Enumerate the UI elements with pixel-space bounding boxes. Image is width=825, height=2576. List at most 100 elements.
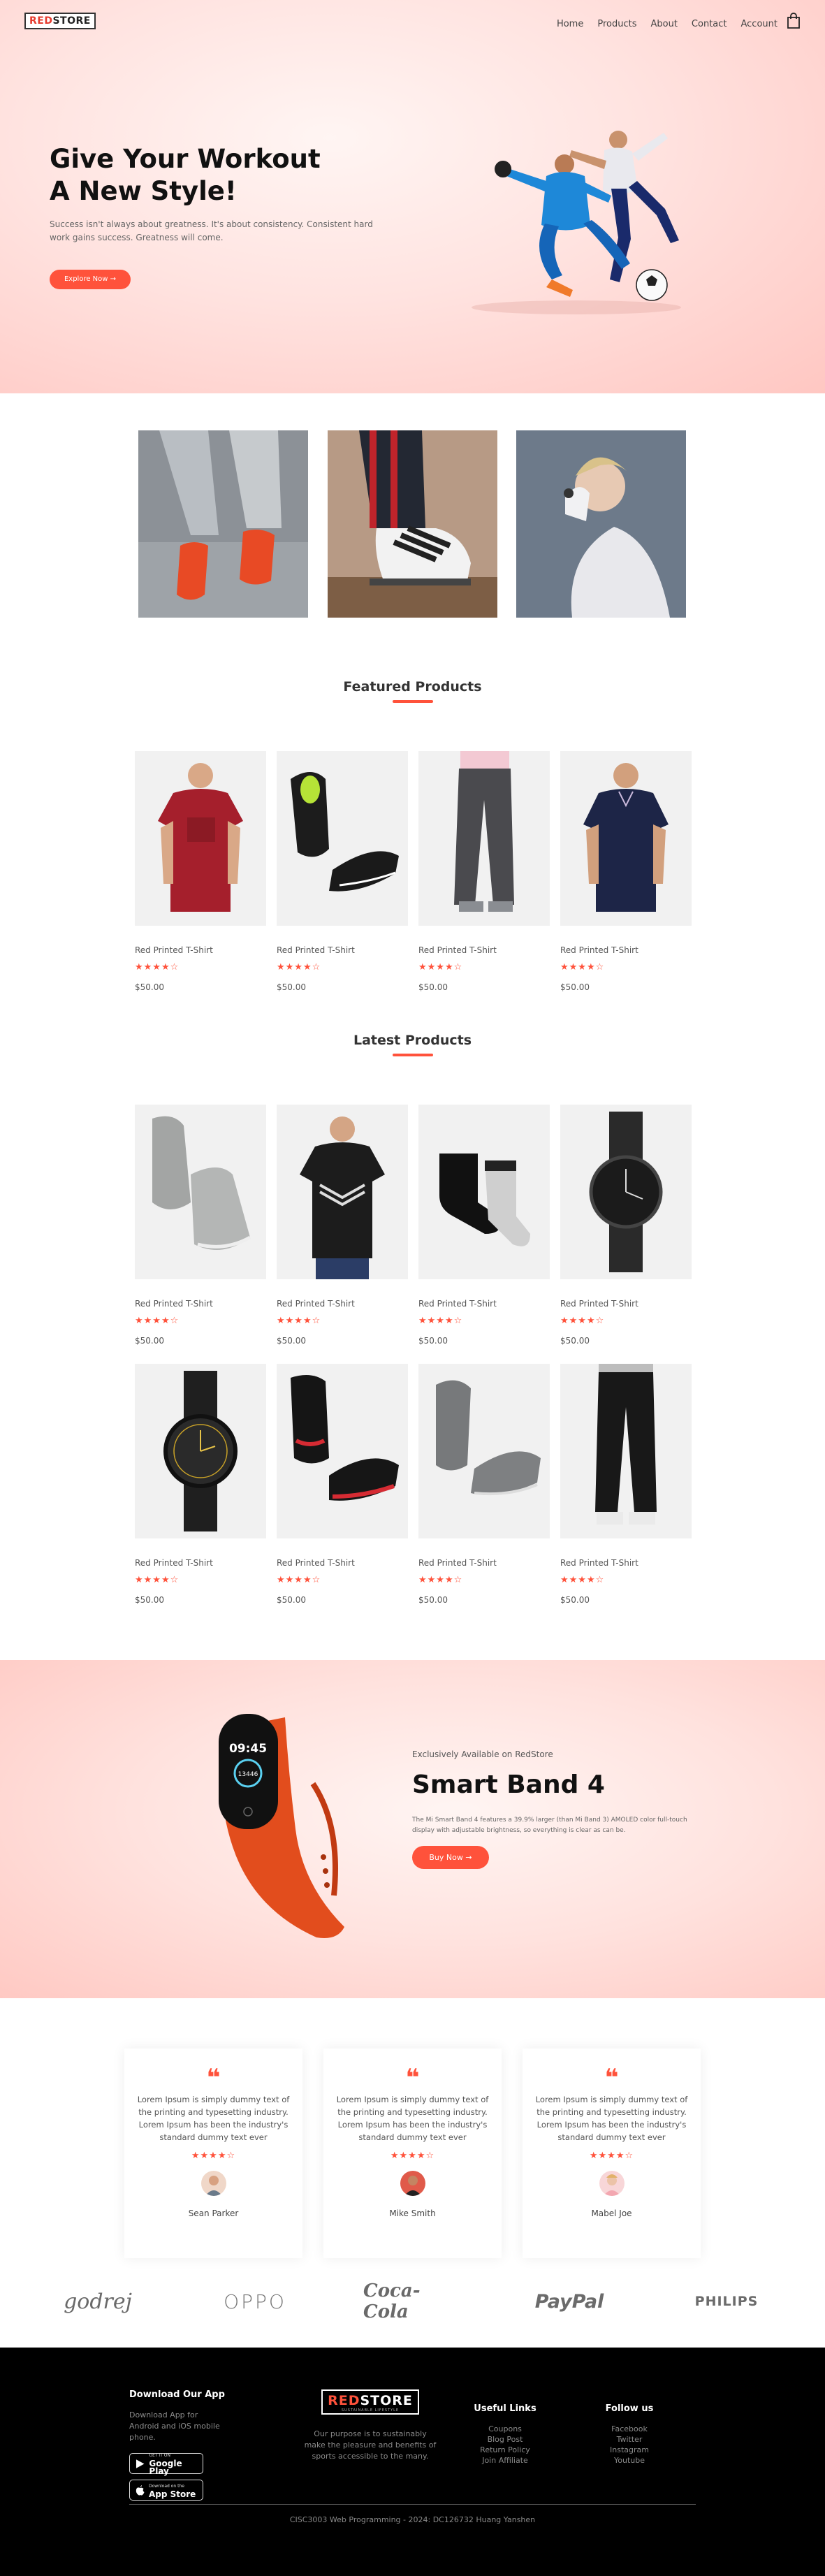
footer-divider	[129, 2504, 696, 2505]
nav-link-account[interactable]: Account	[741, 19, 778, 29]
band-display-time: 09:45	[229, 1742, 267, 1756]
product-image-black-red-sneakers[interactable]	[277, 1364, 408, 1538]
nav-link-contact[interactable]: Contact	[692, 19, 727, 29]
footer-link-blog-post[interactable]: Blog Post	[467, 2434, 543, 2445]
product-image-socks[interactable]	[418, 1105, 550, 1279]
footer-link-join-affiliate[interactable]: Join Affiliate	[467, 2455, 543, 2466]
footer-link-instagram[interactable]: Instagram	[591, 2445, 668, 2455]
product-card[interactable]: Red Printed T-Shirt ★★★★☆ $50.00	[135, 1364, 266, 1605]
site-logo[interactable]: REDSTORE	[24, 13, 96, 29]
buy-now-button[interactable]: Buy Now →	[412, 1846, 489, 1869]
product-price: $50.00	[560, 1336, 590, 1346]
product-name[interactable]: Red Printed T-Shirt	[418, 1558, 550, 1568]
product-name[interactable]: Red Printed T-Shirt	[135, 1299, 266, 1309]
footer-brand: REDSTORE SUSTAINABLE LIFESTYLE Our purpo…	[304, 2389, 437, 2462]
product-name[interactable]: Red Printed T-Shirt	[135, 945, 266, 955]
google-play-badge[interactable]: GET IT ON Google Play	[129, 2453, 203, 2475]
brand-logo-paypal: PayPal	[517, 2280, 622, 2322]
product-card[interactable]: Red Printed T-Shirt ★★★★☆ $50.00	[135, 751, 266, 992]
footer-link-coupons[interactable]: Coupons	[467, 2424, 543, 2434]
product-card[interactable]: Red Printed T-Shirt ★★★★☆ $50.00	[560, 751, 692, 992]
footer-link-facebook[interactable]: Facebook	[591, 2424, 668, 2434]
brand-paypal-text: PayPal	[534, 2290, 604, 2313]
product-price: $50.00	[135, 1336, 164, 1346]
quote-icon: ❝	[405, 2064, 420, 2092]
nav-link-products[interactable]: Products	[597, 19, 636, 29]
navbar: REDSTORE Home Products About Contact Acc…	[0, 0, 825, 42]
brand-logo-philips: PHILIPS	[685, 2280, 768, 2322]
product-card[interactable]: Red Printed T-Shirt ★★★★☆ $50.00	[418, 1364, 550, 1605]
avatar	[200, 2171, 226, 2196]
product-image-grey-joggers[interactable]	[418, 751, 550, 926]
product-image-sport-watch[interactable]	[135, 1364, 266, 1538]
product-name[interactable]: Red Printed T-Shirt	[418, 945, 550, 955]
product-card[interactable]: Red Printed T-Shirt ★★★★☆ $50.00	[418, 751, 550, 992]
quote-icon: ❝	[604, 2064, 619, 2092]
product-name[interactable]: Red Printed T-Shirt	[418, 1299, 550, 1309]
latest-products-title: Latest Products	[353, 1033, 472, 1048]
product-card[interactable]: Red Printed T-Shirt ★★★★☆ $50.00	[418, 1105, 550, 1346]
heading-underline	[392, 1054, 433, 1056]
rating-stars: ★★★★☆	[560, 1316, 605, 1326]
product-name[interactable]: Red Printed T-Shirt	[135, 1558, 266, 1568]
product-name[interactable]: Red Printed T-Shirt	[560, 1558, 692, 1568]
apple-icon	[136, 2484, 145, 2495]
product-image-red-tshirt[interactable]	[135, 751, 266, 926]
app-store-badge[interactable]: Download on the App Store	[129, 2480, 203, 2501]
product-image-grey-slip-ons[interactable]	[418, 1364, 550, 1538]
category-image-running-shoes[interactable]	[328, 430, 497, 618]
product-price: $50.00	[135, 982, 164, 992]
product-image-black-watch[interactable]	[560, 1105, 692, 1279]
logo-red-text: RED	[29, 15, 53, 27]
product-name[interactable]: Red Printed T-Shirt	[560, 1299, 692, 1309]
rating-stars: ★★★★☆	[191, 2151, 236, 2161]
shopping-bag-icon[interactable]	[786, 13, 801, 29]
category-image-sportswear[interactable]	[516, 430, 686, 618]
nav-link-about[interactable]: About	[650, 19, 677, 29]
featured-products-title: Featured Products	[343, 679, 482, 694]
testimonial-author: Mabel Joe	[591, 2208, 632, 2218]
product-image-black-trackpants[interactable]	[560, 1364, 692, 1538]
product-card[interactable]: Red Printed T-Shirt ★★★★☆ $50.00	[277, 1105, 408, 1346]
testimonial-text: Lorem Ipsum is simply dummy text of the …	[535, 2095, 688, 2142]
product-name[interactable]: Red Printed T-Shirt	[277, 1558, 408, 1568]
testimonial-card: ❝ Lorem Ipsum is simply dummy text of th…	[323, 2049, 502, 2258]
hero-title: Give Your Workout A New Style!	[50, 143, 378, 208]
footer-follow-us: Follow us Facebook Twitter Instagram You…	[591, 2403, 668, 2466]
footer-logo[interactable]: REDSTORE SUSTAINABLE LIFESTYLE	[321, 2389, 419, 2415]
product-card[interactable]: Red Printed T-Shirt ★★★★☆ $50.00	[560, 1364, 692, 1605]
product-price: $50.00	[418, 1595, 448, 1605]
product-price: $50.00	[135, 1595, 164, 1605]
product-card[interactable]: Red Printed T-Shirt ★★★★☆ $50.00	[135, 1105, 266, 1346]
footer-purpose-text: Our purpose is to sustainably make the p…	[304, 2429, 437, 2461]
product-image-navy-polo[interactable]	[560, 751, 692, 926]
category-image-sneakers[interactable]	[138, 430, 308, 618]
product-price: $50.00	[277, 1595, 306, 1605]
hero-subtitle: Success isn't always about greatness. It…	[50, 219, 373, 242]
product-image-black-sneakers[interactable]	[277, 751, 408, 926]
product-price: $50.00	[418, 982, 448, 992]
explore-now-button[interactable]: Explore Now →	[50, 270, 131, 289]
product-name[interactable]: Red Printed T-Shirt	[560, 945, 692, 955]
footer-link-youtube[interactable]: Youtube	[591, 2455, 668, 2466]
follow-us-title: Follow us	[605, 2403, 654, 2414]
nav-link-home[interactable]: Home	[557, 19, 583, 29]
footer-link-twitter[interactable]: Twitter	[591, 2434, 668, 2445]
footer: Download Our App Download App for Androi…	[0, 2348, 825, 2576]
testimonial-text: Lorem Ipsum is simply dummy text of the …	[336, 2095, 489, 2142]
product-image-grey-high-tops[interactable]	[135, 1105, 266, 1279]
product-card[interactable]: Red Printed T-Shirt ★★★★☆ $50.00	[560, 1105, 692, 1346]
product-price: $50.00	[277, 982, 306, 992]
product-card[interactable]: Red Printed T-Shirt ★★★★☆ $50.00	[277, 1364, 408, 1605]
product-card[interactable]: Red Printed T-Shirt ★★★★☆ $50.00	[277, 751, 408, 992]
product-image-black-tshirt[interactable]	[277, 1105, 408, 1279]
brand-logo-coca-cola: Coca-Cola	[363, 2280, 461, 2322]
logo-dark-text: STORE	[52, 15, 91, 27]
avatar	[400, 2171, 425, 2196]
product-name[interactable]: Red Printed T-Shirt	[277, 945, 408, 955]
brand-oppo-text: OPPO	[224, 2290, 286, 2313]
footer-logo-white-text: STORE	[360, 2393, 413, 2408]
product-name[interactable]: Red Printed T-Shirt	[277, 1299, 408, 1309]
rating-stars: ★★★★☆	[418, 1316, 463, 1326]
footer-link-return-policy[interactable]: Return Policy	[467, 2445, 543, 2455]
